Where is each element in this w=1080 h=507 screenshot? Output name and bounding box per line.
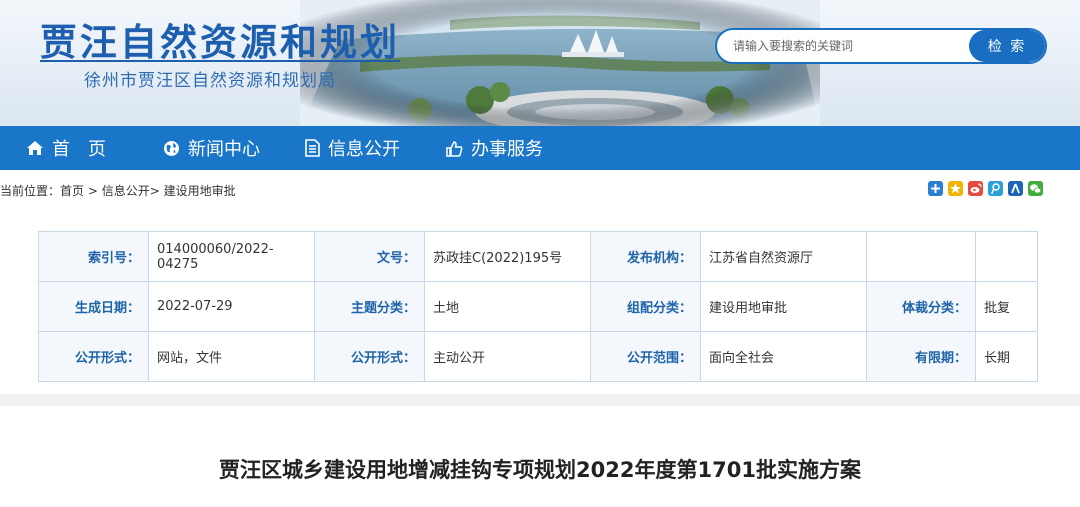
- header-banner: 贾汪自然资源和规划 徐州市贾汪区自然资源和规划局 检 索: [0, 0, 1080, 126]
- nav-item-home[interactable]: 首 页: [26, 126, 106, 170]
- genre-category-value: 批复: [975, 281, 1038, 332]
- breadcrumb-separator: >: [84, 184, 102, 198]
- title-divider: [40, 60, 400, 62]
- nav-item-info-disclosure[interactable]: 信息公开: [305, 126, 400, 170]
- nav-item-label: 首 页: [52, 139, 106, 160]
- nav-item-services[interactable]: 办事服务: [446, 126, 543, 170]
- main-nav: 首 页 新闻中心 信息公开 办事服务: [0, 126, 1080, 170]
- empty-cell: [866, 231, 976, 282]
- group-category-value: 建设用地审批: [700, 281, 867, 332]
- group-category-label: 组配分类：: [590, 281, 701, 332]
- validity-label: 有限期：: [866, 331, 976, 382]
- index-number-label: 索引号：: [38, 231, 149, 282]
- publisher-label: 发布机构：: [590, 231, 701, 282]
- globe-icon: [164, 140, 179, 156]
- nav-item-label: 办事服务: [471, 139, 543, 160]
- breadcrumb-info-disclosure[interactable]: 信息公开: [102, 184, 150, 198]
- nav-item-label: 信息公开: [328, 139, 400, 160]
- disclosure-scope-value: 面向全社会: [700, 331, 867, 382]
- disclosure-form-label: 公开形式：: [38, 331, 149, 382]
- created-date-value: 2022-07-29: [148, 281, 315, 332]
- article-title: 贾汪区城乡建设用地增减挂钩专项规划2022年度第1701批实施方案: [219, 458, 861, 482]
- nav-item-label: 新闻中心: [188, 139, 260, 160]
- nav-item-news[interactable]: 新闻中心: [163, 126, 260, 170]
- topic-category-value: 土地: [424, 281, 591, 332]
- breadcrumb-land-approval[interactable]: 建设用地审批: [164, 184, 236, 198]
- info-row: 公开形式： 网站，文件 公开形式： 主动公开 公开范围： 面向全社会 有限期： …: [38, 331, 1038, 382]
- plus-share-icon[interactable]: [928, 181, 943, 196]
- search-button[interactable]: 检 索: [969, 30, 1045, 62]
- qzone-icon[interactable]: [948, 181, 963, 196]
- document-info-panel: 索引号： 014000060/2022-04275 文号： 苏政挂C(2022)…: [38, 231, 1038, 382]
- document-icon: [305, 139, 320, 157]
- search-input[interactable]: [717, 30, 997, 62]
- site-title: 贾汪自然资源和规划: [40, 21, 400, 64]
- document-number-label: 文号：: [314, 231, 425, 282]
- genre-category-label: 体裁分类：: [866, 281, 976, 332]
- site-subtitle: 徐州市贾汪区自然资源和规划局: [84, 71, 336, 91]
- document-info-table: 索引号： 014000060/2022-04275 文号： 苏政挂C(2022)…: [38, 231, 1038, 382]
- renren-icon[interactable]: [1008, 181, 1023, 196]
- breadcrumb-bar: 当前位置：首页 > 信息公开> 建设用地审批: [0, 176, 1080, 204]
- index-number-value: 014000060/2022-04275: [148, 231, 315, 282]
- disclosure-mode-value: 主动公开: [424, 331, 591, 382]
- wechat-icon[interactable]: [1028, 181, 1043, 196]
- topic-category-label: 主题分类：: [314, 281, 425, 332]
- empty-cell: [975, 231, 1038, 282]
- created-date-label: 生成日期：: [38, 281, 149, 332]
- breadcrumb-prefix: 当前位置：: [0, 184, 61, 198]
- breadcrumb: 当前位置：首页 > 信息公开> 建设用地审批: [0, 182, 236, 199]
- share-toolbar: [928, 181, 1043, 196]
- section-divider: [0, 394, 1080, 406]
- breadcrumb-home[interactable]: 首页: [60, 184, 84, 198]
- home-icon: [27, 141, 43, 155]
- disclosure-mode-label: 公开形式：: [314, 331, 425, 382]
- publisher-value: 江苏省自然资源厅: [700, 231, 867, 282]
- disclosure-form-value: 网站，文件: [148, 331, 315, 382]
- search-box: 检 索: [715, 28, 1047, 64]
- weibo-icon[interactable]: [968, 181, 983, 196]
- thumbs-up-icon: [446, 140, 463, 157]
- info-row: 生成日期： 2022-07-29 主题分类： 土地 组配分类： 建设用地审批 体…: [38, 281, 1038, 332]
- info-row: 索引号： 014000060/2022-04275 文号： 苏政挂C(2022)…: [38, 231, 1038, 282]
- disclosure-scope-label: 公开范围：: [590, 331, 701, 382]
- validity-value: 长期: [975, 331, 1038, 382]
- breadcrumb-separator: >: [149, 184, 164, 198]
- document-number-value: 苏政挂C(2022)195号: [424, 231, 591, 282]
- tencent-weibo-icon[interactable]: [988, 181, 1003, 196]
